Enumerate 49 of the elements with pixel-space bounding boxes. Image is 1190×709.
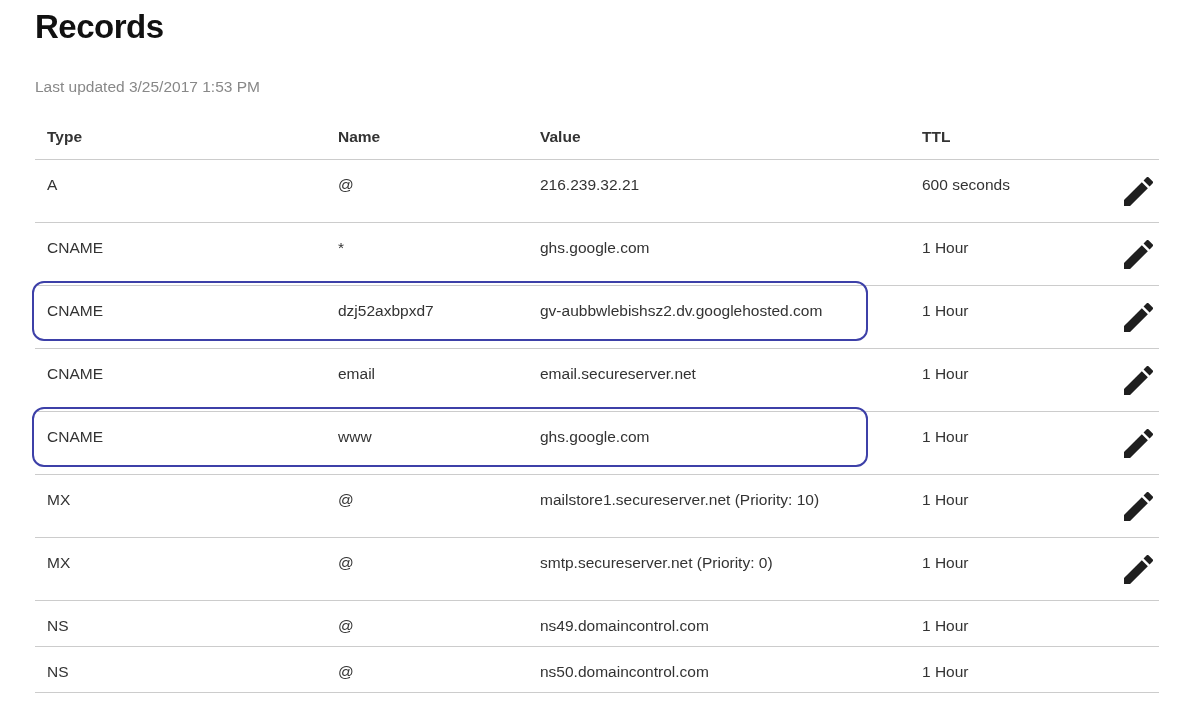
table-cell: ns49.domaincontrol.com [540, 617, 709, 634]
pencil-icon[interactable] [1124, 177, 1153, 206]
table-cell: 216.239.32.21 [540, 176, 640, 193]
table-cell: 1 Hour [922, 302, 969, 319]
table-cell: 1 Hour [922, 239, 969, 256]
table-cell: 1 Hour [922, 491, 969, 508]
pencil-icon[interactable] [1124, 303, 1153, 332]
last-updated-text: Last updated 3/25/2017 1:53 PM [35, 77, 261, 97]
pencil-icon[interactable] [1124, 240, 1153, 269]
table-cell: gv-aubbwlebishsz2.dv.googlehosted.com [540, 302, 823, 319]
table-cell: 600 seconds [922, 176, 1010, 193]
table-cell: * [338, 239, 345, 256]
table-cell: @ [338, 176, 354, 193]
table-cell: @ [338, 491, 354, 508]
table-cell: @ [338, 617, 354, 634]
table-cell: @ [338, 663, 354, 680]
column-header: Name [338, 127, 381, 145]
table-cell: www [338, 428, 372, 445]
table-cell: ghs.google.com [540, 239, 650, 256]
column-header: Value [540, 127, 581, 145]
table-cell: MX [47, 491, 71, 508]
table-cell: mailstore1.secureserver.net (Priority: 10) [540, 491, 820, 508]
pencil-icon[interactable] [1124, 366, 1153, 395]
table-cell: email [338, 365, 376, 382]
table-cell: CNAME [47, 428, 103, 445]
table-cell: 1 Hour [922, 365, 969, 382]
table-cell: @ [338, 554, 354, 571]
table-cell: NS [47, 663, 69, 680]
table-cell: ghs.google.com [540, 428, 650, 445]
table-cell: 1 Hour [922, 663, 969, 680]
table-cell: dzj52axbpxd7 [338, 302, 434, 319]
table-cell: MX [47, 554, 71, 571]
pencil-icon[interactable] [1124, 429, 1153, 458]
table-cell: CNAME [47, 365, 103, 382]
table-cell: CNAME [47, 239, 103, 256]
table-cell: CNAME [47, 302, 103, 319]
pencil-icon[interactable] [1124, 555, 1153, 584]
column-header: TTL [922, 127, 951, 145]
table-cell: 1 Hour [922, 617, 969, 634]
table-cell: 1 Hour [922, 554, 969, 571]
table-cell: 1 Hour [922, 428, 969, 445]
table-cell: NS [47, 617, 69, 634]
page-title: Records [35, 7, 165, 47]
column-header: Type [47, 127, 83, 145]
table-cell: A [47, 176, 58, 193]
pencil-icon[interactable] [1124, 492, 1153, 521]
table-cell: email.secureserver.net [540, 365, 696, 382]
table-cell: ns50.domaincontrol.com [540, 663, 709, 680]
table-cell: smtp.secureserver.net (Priority: 0) [540, 554, 773, 571]
